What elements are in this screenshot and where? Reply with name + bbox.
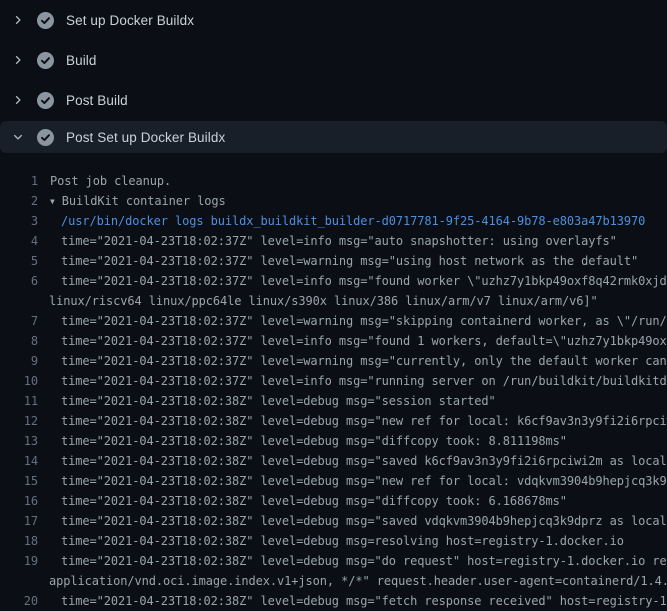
- log-row: 15time="2021-04-23T18:02:38Z" level=debu…: [0, 471, 667, 491]
- log-line-text: /usr/bin/docker logs buildx_buildkit_bui…: [38, 211, 667, 231]
- check-circle-icon: [37, 52, 54, 69]
- log-row: application/vnd.oci.image.index.v1+json,…: [0, 571, 667, 591]
- group-collapse-icon: ▼: [50, 192, 55, 211]
- log-line-number: [0, 291, 38, 311]
- log-line-number[interactable]: 1: [0, 171, 38, 191]
- log-line-text: time="2021-04-23T18:02:38Z" level=debug …: [38, 471, 667, 491]
- log-viewer: 1Post job cleanup.2 ▼ BuildKit container l…: [0, 153, 667, 611]
- log-row: 3/usr/bin/docker logs buildx_buildkit_bu…: [0, 211, 667, 231]
- log-row: 4time="2021-04-23T18:02:37Z" level=info …: [0, 231, 667, 251]
- log-line-text: time="2021-04-23T18:02:38Z" level=debug …: [38, 491, 667, 511]
- log-row: 5time="2021-04-23T18:02:37Z" level=warni…: [0, 251, 667, 271]
- steps-list: Set up Docker Buildx Build Post Build Post …: [0, 0, 667, 153]
- check-circle-icon: [37, 12, 54, 29]
- log-line-number[interactable]: 3: [0, 211, 38, 231]
- log-row: 10time="2021-04-23T18:02:37Z" level=info…: [0, 371, 667, 391]
- log-line-text: time="2021-04-23T18:02:37Z" level=warnin…: [38, 351, 667, 371]
- log-row: 18time="2021-04-23T18:02:38Z" level=debu…: [0, 531, 667, 551]
- step-row-post-set-up-docker-buildx[interactable]: Post Set up Docker Buildx: [0, 121, 667, 153]
- log-line-number[interactable]: 17: [0, 511, 38, 531]
- log-group-toggle[interactable]: ▼ BuildKit container logs: [38, 191, 667, 211]
- step-row-set-up-docker-buildx[interactable]: Set up Docker Buildx: [0, 0, 667, 40]
- log-row: 11time="2021-04-23T18:02:38Z" level=debu…: [0, 391, 667, 411]
- log-line-text: time="2021-04-23T18:02:38Z" level=debug …: [38, 551, 667, 571]
- step-row-post-build[interactable]: Post Build: [0, 80, 667, 120]
- step-label: Post Build: [66, 93, 128, 108]
- log-line-text: time="2021-04-23T18:02:38Z" level=debug …: [38, 411, 667, 431]
- log-line-text: Post job cleanup.: [38, 171, 667, 191]
- log-line-number[interactable]: 10: [0, 371, 38, 391]
- log-line-number[interactable]: 15: [0, 471, 38, 491]
- log-line-number: [0, 571, 38, 591]
- log-row: 19time="2021-04-23T18:02:38Z" level=debu…: [0, 551, 667, 571]
- log-line-number[interactable]: 11: [0, 391, 38, 411]
- log-group-label: BuildKit container logs: [62, 194, 226, 208]
- log-row: 7time="2021-04-23T18:02:37Z" level=warni…: [0, 311, 667, 331]
- log-line-number[interactable]: 13: [0, 431, 38, 451]
- log-line-text: time="2021-04-23T18:02:38Z" level=debug …: [38, 391, 667, 411]
- log-row: 9time="2021-04-23T18:02:37Z" level=warni…: [0, 351, 667, 371]
- log-line-text: time="2021-04-23T18:02:37Z" level=info m…: [38, 331, 667, 351]
- log-line-number[interactable]: 20: [0, 591, 38, 611]
- log-line-number[interactable]: 18: [0, 531, 38, 551]
- log-row: 6time="2021-04-23T18:02:37Z" level=info …: [0, 271, 667, 291]
- log-row: 8time="2021-04-23T18:02:37Z" level=info …: [0, 331, 667, 351]
- log-line-number[interactable]: 9: [0, 351, 38, 371]
- log-row: 16time="2021-04-23T18:02:38Z" level=debu…: [0, 491, 667, 511]
- log-line-text: time="2021-04-23T18:02:37Z" level=info m…: [38, 371, 667, 391]
- log-row: 20time="2021-04-23T18:02:38Z" level=debu…: [0, 591, 667, 611]
- log-line-text: time="2021-04-23T18:02:37Z" level=info m…: [38, 231, 667, 251]
- log-line-number[interactable]: 8: [0, 331, 38, 351]
- log-line-number[interactable]: 7: [0, 311, 38, 331]
- log-line-text: application/vnd.oci.image.index.v1+json,…: [38, 571, 667, 591]
- log-line-text: time="2021-04-23T18:02:38Z" level=debug …: [38, 451, 667, 471]
- log-line-text: time="2021-04-23T18:02:37Z" level=warnin…: [38, 311, 667, 331]
- log-line-text: time="2021-04-23T18:02:37Z" level=info m…: [38, 271, 667, 291]
- step-label: Set up Docker Buildx: [66, 13, 194, 28]
- log-line-number[interactable]: 6: [0, 271, 38, 291]
- check-circle-icon: [37, 92, 54, 109]
- log-row: 2 ▼ BuildKit container logs: [0, 191, 667, 211]
- log-row: 1Post job cleanup.: [0, 171, 667, 191]
- log-line-text: time="2021-04-23T18:02:38Z" level=debug …: [38, 511, 667, 531]
- log-line-number[interactable]: 2: [0, 191, 38, 211]
- log-line-number[interactable]: 4: [0, 231, 38, 251]
- step-label: Post Set up Docker Buildx: [66, 130, 225, 145]
- log-row: 17time="2021-04-23T18:02:38Z" level=debu…: [0, 511, 667, 531]
- chevron-right-icon: [12, 14, 24, 26]
- log-line-text: linux/riscv64 linux/ppc64le linux/s390x …: [38, 291, 667, 311]
- log-row: 13time="2021-04-23T18:02:38Z" level=debu…: [0, 431, 667, 451]
- log-row: linux/riscv64 linux/ppc64le linux/s390x …: [0, 291, 667, 311]
- log-line-text: time="2021-04-23T18:02:37Z" level=warnin…: [38, 251, 667, 271]
- chevron-right-icon: [12, 94, 24, 106]
- log-line-number[interactable]: 19: [0, 551, 38, 571]
- chevron-right-icon: [12, 54, 24, 66]
- step-label: Build: [66, 53, 97, 68]
- log-line-text: time="2021-04-23T18:02:38Z" level=debug …: [38, 431, 667, 451]
- log-line-number[interactable]: 5: [0, 251, 38, 271]
- check-circle-icon: [37, 129, 54, 146]
- log-line-number[interactable]: 16: [0, 491, 38, 511]
- log-row: 12time="2021-04-23T18:02:38Z" level=debu…: [0, 411, 667, 431]
- chevron-down-icon: [12, 131, 24, 143]
- log-line-number[interactable]: 14: [0, 451, 38, 471]
- log-line-number[interactable]: 12: [0, 411, 38, 431]
- log-row: 14time="2021-04-23T18:02:38Z" level=debu…: [0, 451, 667, 471]
- log-line-text: time="2021-04-23T18:02:38Z" level=debug …: [38, 591, 667, 611]
- step-row-build[interactable]: Build: [0, 40, 667, 80]
- log-line-text: time="2021-04-23T18:02:38Z" level=debug …: [38, 531, 667, 551]
